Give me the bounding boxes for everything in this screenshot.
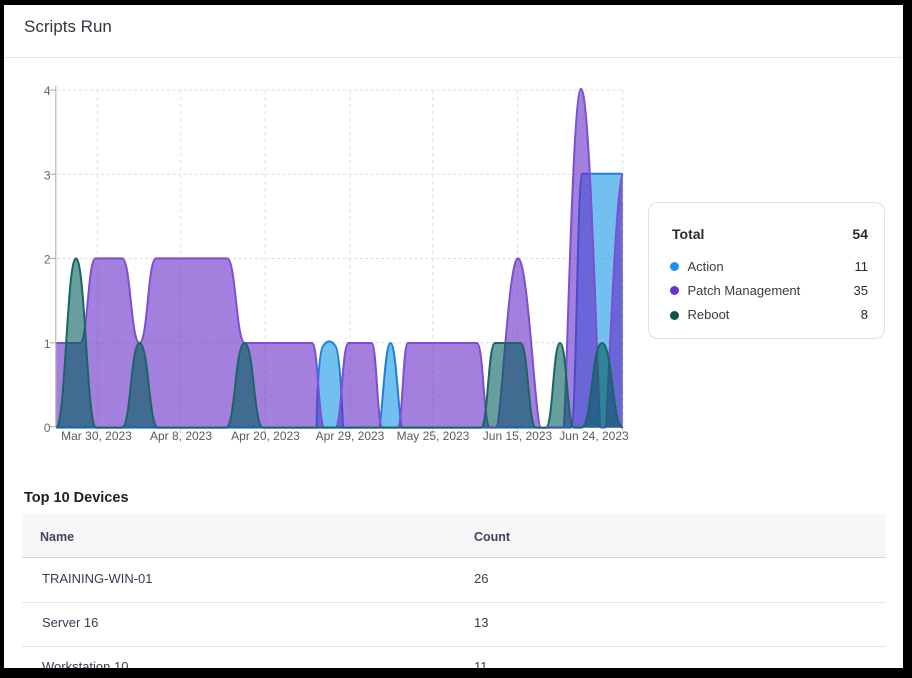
svg-text:3: 3 xyxy=(44,169,51,183)
svg-text:Jun 15, 2023: Jun 15, 2023 xyxy=(483,429,553,443)
svg-text:Mar 30, 2023: Mar 30, 2023 xyxy=(61,429,132,443)
svg-text:Jun 24, 2023: Jun 24, 2023 xyxy=(559,429,629,443)
svg-text:1: 1 xyxy=(44,337,51,351)
svg-text:2: 2 xyxy=(44,253,51,267)
svg-text:Apr 20, 2023: Apr 20, 2023 xyxy=(231,429,300,443)
svg-text:0: 0 xyxy=(44,421,51,435)
svg-text:4: 4 xyxy=(44,84,51,98)
svg-text:May 25, 2023: May 25, 2023 xyxy=(397,429,470,443)
svg-text:Apr 29, 2023: Apr 29, 2023 xyxy=(316,429,385,443)
svg-text:Apr 8, 2023: Apr 8, 2023 xyxy=(150,429,212,443)
